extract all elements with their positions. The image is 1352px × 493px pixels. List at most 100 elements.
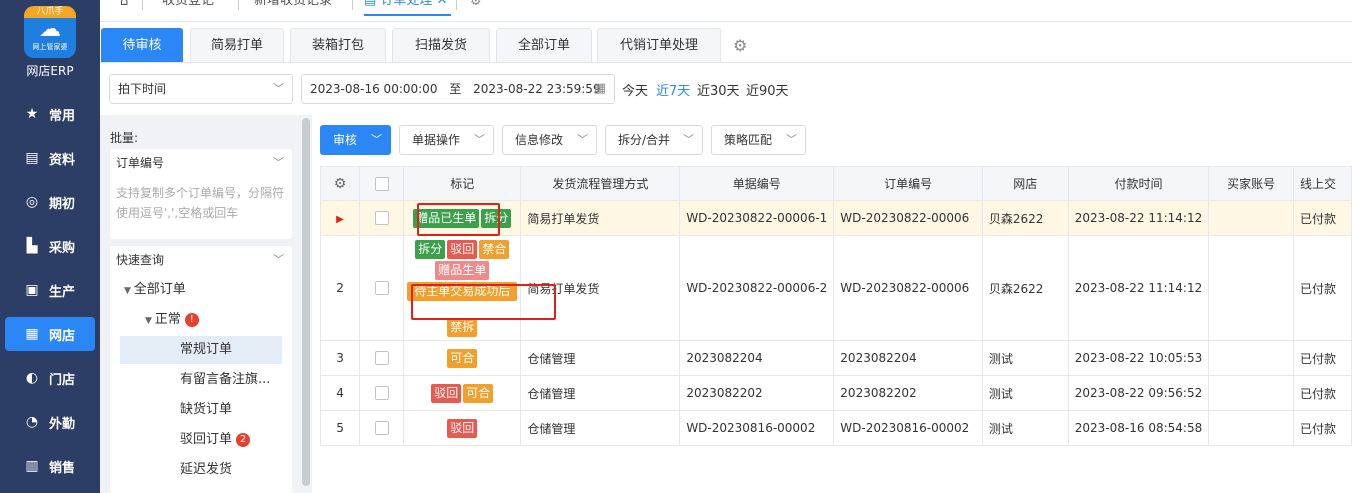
tree-delayed-orders[interactable]: 延迟发货 (180, 456, 232, 484)
row-checkbox[interactable] (359, 375, 405, 411)
tab-pending-review[interactable]: 待审核 (101, 28, 183, 62)
tab-receive-register[interactable]: 收货登记 (162, 0, 214, 16)
tab-scan-ship[interactable]: 扫描发货 (392, 28, 490, 62)
row-order-no: 2023082202 (833, 375, 983, 411)
chevron-down-icon: ﹀ (371, 133, 382, 146)
tab-order-processing[interactable]: ▤ 订单处理 ✕ (364, 0, 452, 16)
warning-icon: ! (184, 312, 199, 327)
nav-item-6[interactable]: ◐ 门店 (5, 361, 95, 395)
col-header-paid-time[interactable]: 付款时间 (1067, 166, 1210, 201)
row-order-no: 2023082204 (833, 340, 983, 376)
table-row[interactable]: 4 驳回 可合 仓储管理 2023082202 2023082202 测试 2023-08-2… (320, 375, 1352, 411)
tree-all-orders[interactable]: ▼ 全部订单 (124, 276, 186, 304)
batch-field-value: 订单编号 (116, 156, 165, 170)
chevron-down-icon: ﹀ (577, 133, 588, 146)
document-icon: ▤ (25, 150, 39, 166)
strategy-match-button[interactable]: 策略匹配 ﹀ (711, 125, 806, 155)
col-header-order-no[interactable]: 订单编号 (833, 166, 983, 201)
order-tag: 可合 (463, 383, 494, 403)
tab-simple-print[interactable]: 简易打单 (190, 28, 284, 62)
close-icon[interactable]: ✕ (437, 0, 448, 8)
batch-input[interactable]: 支持复制多个订单编号，分隔符使用逗号',',空格或回车 (110, 177, 292, 229)
column-settings-icon[interactable]: ⚙ (320, 166, 361, 201)
tree-regular-orders[interactable]: 常规订单 (120, 336, 282, 364)
nav-item-label: 销售 (49, 460, 76, 476)
shop-icon: ◐ (25, 370, 39, 386)
nav-item-4[interactable]: ▣ 生产 (5, 273, 95, 307)
row-buyer (1208, 200, 1294, 236)
nav-item-0[interactable]: ★ 常用 (5, 97, 95, 131)
caret-down-icon: ▼ (145, 316, 155, 326)
nav-item-2[interactable]: ◎ 期初 (5, 185, 95, 219)
tab-divider (142, 0, 143, 10)
panel-scrollbar[interactable] (302, 118, 310, 486)
quick-7days[interactable]: 近7天 (656, 80, 690, 99)
row-checkbox[interactable] (359, 410, 405, 446)
row-checkbox[interactable] (359, 235, 405, 341)
logo-sub-text: 网上管家婆 (32, 43, 68, 51)
tree-normal-label: 正常 (154, 312, 181, 327)
row-doc-no: 2023082204 (679, 340, 835, 376)
tab-consign-orders[interactable]: 代销订单处理 (597, 28, 721, 62)
col-header-doc-no[interactable]: 单据编号 (679, 166, 835, 201)
table-header-row: ⚙ 标记 发货流程管理方式 单据编号 订单编号 网店 付款时间 买家账号 线上交 (320, 166, 1352, 201)
review-button[interactable]: 审核 ﹀ (320, 125, 391, 155)
order-tag: 驳回 (447, 418, 478, 438)
nav-item-1[interactable]: ▤ 资料 (5, 141, 95, 175)
app-logo[interactable]: 八爪手 ☁ 网上管家婆 (24, 6, 76, 58)
purchase-icon: ▙ (26, 238, 38, 254)
order-tag: 拆分 (415, 239, 446, 259)
info-edit-button[interactable]: 信息修改 ﹀ (502, 125, 597, 155)
date-range-picker[interactable]: 2023-08-16 00:00:00 至 2023-08-22 23:59:5… (301, 74, 615, 104)
nav-item-8[interactable]: ▥ 销售 (5, 449, 95, 483)
order-tag: 禁拆 (447, 317, 478, 337)
table-row[interactable]: 3 可合 仓储管理 2023082204 2023082204 测试 2023-08-22 … (320, 340, 1352, 376)
split-merge-button[interactable]: 拆分/合并 ﹀ (605, 125, 703, 155)
start-date: 2023-08-16 00:00:00 (310, 82, 438, 96)
quick-30days[interactable]: 近30天 (697, 80, 740, 99)
tab-packing[interactable]: 装箱打包 (290, 28, 386, 62)
row-paid-time: 2023-08-22 09:56:52 (1067, 375, 1210, 411)
tab-all-orders[interactable]: 全部订单 (496, 28, 592, 62)
col-header-buyer[interactable]: 买家账号 (1208, 166, 1294, 201)
row-checkbox[interactable] (359, 340, 405, 376)
date-type-select[interactable]: 拍下时间 ﹀ (109, 74, 293, 104)
quick-query-label: 快速查询 (116, 253, 165, 267)
row-paid-time: 2023-08-22 11:14:12 (1067, 200, 1210, 236)
batch-field-select[interactable]: 订单编号 ﹀ (110, 149, 292, 177)
tab-new-receive-record[interactable]: 新增收货记录 (254, 0, 332, 16)
chevron-down-icon: ﹀ (683, 133, 694, 146)
select-all-checkbox[interactable] (359, 166, 405, 201)
col-header-shop[interactable]: 网店 (981, 166, 1069, 201)
tree-noted-orders[interactable]: 有留言备注旗... (180, 366, 270, 394)
tree-shortage-orders[interactable]: 缺货订单 (180, 396, 232, 424)
order-tag: 驳回 (447, 239, 478, 259)
settings-icon[interactable]: ⚙ (733, 36, 747, 55)
document-ops-button[interactable]: 单据操作 ﹀ (399, 125, 494, 155)
quick-90days[interactable]: 近90天 (746, 80, 789, 99)
row-buyer (1208, 410, 1294, 446)
tree-rejected-orders[interactable]: 驳回订单 2 (180, 426, 251, 454)
nav-item-7[interactable]: ◔ 外勤 (5, 405, 95, 439)
col-header-online-status[interactable]: 线上交 (1292, 166, 1352, 201)
row-online-status: 已付款 (1292, 410, 1352, 446)
document-ops-label: 单据操作 (412, 133, 461, 147)
row-doc-no: 2023082202 (679, 375, 835, 411)
col-header-flow[interactable]: 发货流程管理方式 (520, 166, 681, 201)
row-paid-time: 2023-08-22 10:05:53 (1067, 340, 1210, 376)
row-buyer (1208, 235, 1294, 341)
target-icon: ◎ (25, 194, 39, 210)
home-icon[interactable]: ⌂ (120, 0, 128, 9)
nav-item-3[interactable]: ▙ 采购 (5, 229, 95, 263)
table-row[interactable]: 5 驳回 仓储管理 WD-20230816-00002 WD-20230816-0000… (320, 410, 1352, 446)
col-header-mark[interactable]: 标记 (403, 166, 522, 201)
gear-icon[interactable]: ⚙ (470, 0, 482, 9)
row-number: 5 (320, 410, 361, 446)
compass-icon: ◔ (25, 414, 39, 430)
quick-today[interactable]: 今天 (622, 80, 648, 99)
order-tag: 禁合 (479, 239, 510, 259)
tree-normal[interactable]: ▼ 正常! (145, 306, 199, 334)
quick-query-header[interactable]: 快速查询 ﹀ (110, 246, 292, 274)
row-checkbox[interactable] (359, 200, 405, 236)
nav-item-5[interactable]: ▦ 网店 (5, 317, 95, 351)
